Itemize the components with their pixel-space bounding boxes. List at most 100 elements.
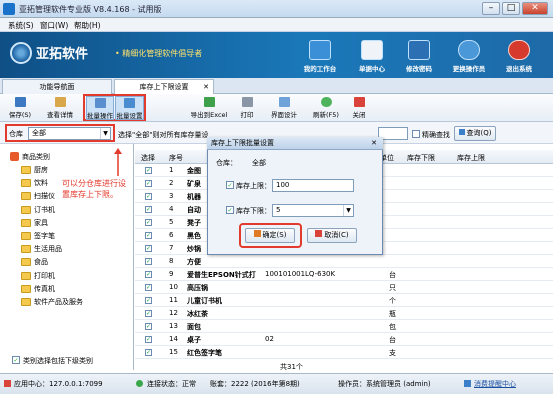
upper-limit-checkbox[interactable]: ✓ (226, 181, 234, 189)
tree-item[interactable]: 生活用品 (34, 244, 62, 254)
cancel-button[interactable]: 取消(C) (307, 228, 357, 243)
row-checkbox[interactable]: ✓ (145, 167, 152, 174)
row-no: 9 (169, 270, 174, 278)
menu-system[interactable]: 系统(S) (8, 20, 34, 31)
col-lower: 库存下限 (407, 154, 435, 162)
tree-item[interactable]: 家具 (34, 218, 48, 228)
dialog-warehouse-label: 仓库： (216, 159, 237, 167)
row-name: 爱普生EPSON针式打 (187, 271, 256, 279)
row-checkbox[interactable]: ✓ (145, 310, 152, 317)
tree-item[interactable]: 食品 (34, 257, 48, 267)
table-row[interactable]: ✓ 13 面包 包 (135, 320, 553, 333)
table-row[interactable]: ✓ 14 桌子 02 台 (135, 333, 553, 346)
tab-close-icon[interactable]: ✕ (203, 80, 209, 94)
save-button[interactable]: 保存(S) (4, 96, 36, 120)
row-name: 矿泉 (187, 180, 201, 188)
batch-settings-button[interactable]: 批量设置 (115, 96, 144, 120)
row-no: 14 (169, 335, 178, 343)
tab-nav-panel[interactable]: 功能导航面 (2, 79, 112, 94)
tree-root-label[interactable]: 商品类别 (22, 152, 50, 162)
table-row[interactable]: ✓ 11 儿童订书机 个 (135, 294, 553, 307)
row-checkbox[interactable]: ✓ (145, 297, 152, 304)
tree-item[interactable]: 饮料 (34, 178, 48, 188)
row-checkbox[interactable]: ✓ (145, 323, 152, 330)
exit-system-button[interactable]: 退出系统 (497, 40, 541, 73)
tree-item[interactable]: 软件产品及服务 (34, 297, 83, 307)
lower-limit-select[interactable]: 5 ▼ (272, 204, 354, 217)
row-checkbox[interactable]: ✓ (145, 245, 152, 252)
refresh-button[interactable]: 刷新(F5) (309, 96, 343, 120)
row-unit: 只 (389, 284, 396, 292)
lower-limit-checkbox[interactable]: ✓ (226, 206, 234, 214)
tree-item[interactable]: 传真机 (34, 284, 55, 294)
message-center-link[interactable]: 消费提醒中心 (474, 379, 516, 389)
row-name: 红色签字笔 (187, 349, 222, 357)
close-button[interactable]: 关闭 (347, 96, 371, 120)
row-checkbox[interactable]: ✓ (145, 284, 152, 291)
table-row[interactable]: ✓ 9 爱普生EPSON针式打 100101001 LQ-630K 台 (135, 268, 553, 281)
row-name: 黑色 (187, 232, 201, 240)
status-bar: 应用中心：127.0.0.1:7099 连接状态：正常 账套：2222 (201… (0, 373, 553, 394)
row-no: 13 (169, 322, 178, 330)
warehouse-select[interactable]: 全部 ▼ (28, 127, 111, 140)
category-root-icon (10, 152, 19, 161)
dialog-close-icon[interactable]: ✕ (368, 139, 380, 148)
ui-design-button[interactable]: 界面设计 (268, 96, 300, 120)
folder-icon (21, 245, 31, 254)
row-name: 机器 (187, 193, 201, 201)
minimize-button[interactable]: – (482, 2, 500, 15)
switch-operator-button[interactable]: 更换操作员 (447, 40, 491, 73)
my-workbench-button[interactable]: 我的工作台 (298, 40, 342, 73)
upper-limit-input[interactable]: 100 (272, 179, 354, 192)
change-password-button[interactable]: 修改密码 (397, 40, 441, 73)
warehouse-label: 仓库 (9, 130, 23, 138)
table-row[interactable]: ✓ 15 红色签字笔 支 (135, 346, 553, 359)
app-icon (3, 3, 15, 15)
design-icon (278, 97, 290, 107)
tree-item[interactable]: 厨房 (34, 165, 48, 175)
document-center-button[interactable]: 单据中心 (350, 40, 394, 73)
upper-limit-label: 库存上限： (236, 182, 271, 190)
row-no: 8 (169, 257, 174, 265)
batch-operation-button[interactable]: 批量操作 (86, 96, 114, 120)
row-checkbox[interactable]: ✓ (145, 219, 152, 226)
table-row[interactable]: ✓ 12 冰红茶 瓶 (135, 307, 553, 320)
row-checkbox[interactable]: ✓ (145, 271, 152, 278)
row-checkbox[interactable]: ✓ (145, 206, 152, 213)
query-button[interactable]: 查询(Q) (454, 126, 496, 141)
col-no: 序号 (169, 154, 183, 162)
table-row[interactable]: ✓ 8 方便 (135, 255, 553, 268)
export-excel-button[interactable]: 导出到Excel (190, 96, 228, 120)
folder-icon (21, 258, 31, 267)
close-window-button[interactable]: ✕ (522, 2, 548, 15)
menu-help[interactable]: 帮助(H) (74, 20, 101, 31)
exact-search-checkbox[interactable] (412, 130, 420, 138)
row-checkbox[interactable]: ✓ (145, 336, 152, 343)
menu-window[interactable]: 窗口(W) (40, 20, 68, 31)
row-checkbox[interactable]: ✓ (145, 180, 152, 187)
row-checkbox[interactable]: ✓ (145, 258, 152, 265)
monitor-icon (309, 40, 331, 60)
maximize-button[interactable]: □ (502, 2, 520, 15)
view-details-button[interactable]: 查看详情 (44, 96, 76, 120)
row-no: 2 (169, 179, 174, 187)
status-operator: 操作员：系统管理员 (admin) (338, 380, 431, 388)
row-checkbox[interactable]: ✓ (145, 349, 152, 356)
tree-item[interactable]: 打印机 (34, 271, 55, 281)
include-sub-checkbox[interactable]: ✓ (12, 356, 20, 364)
tree-item[interactable]: 签字笔 (34, 231, 55, 241)
row-no: 12 (169, 309, 178, 317)
row-checkbox[interactable]: ✓ (145, 232, 152, 239)
cancel-icon (315, 230, 323, 237)
tree-item[interactable]: 订书机 (34, 205, 55, 215)
ok-button[interactable]: 确定(S) (245, 228, 295, 243)
row-code: 02 (265, 335, 274, 343)
table-row[interactable]: ✓ 10 高压锅 只 (135, 281, 553, 294)
tab-stock-limits[interactable]: 库存上下限设置 ✕ (114, 79, 214, 94)
save-icon (14, 97, 26, 107)
folder-icon (21, 179, 31, 188)
print-button[interactable]: 打印 (231, 96, 263, 120)
tree-item[interactable]: 扫描仪 (34, 191, 55, 201)
row-no: 3 (169, 192, 174, 200)
row-checkbox[interactable]: ✓ (145, 193, 152, 200)
